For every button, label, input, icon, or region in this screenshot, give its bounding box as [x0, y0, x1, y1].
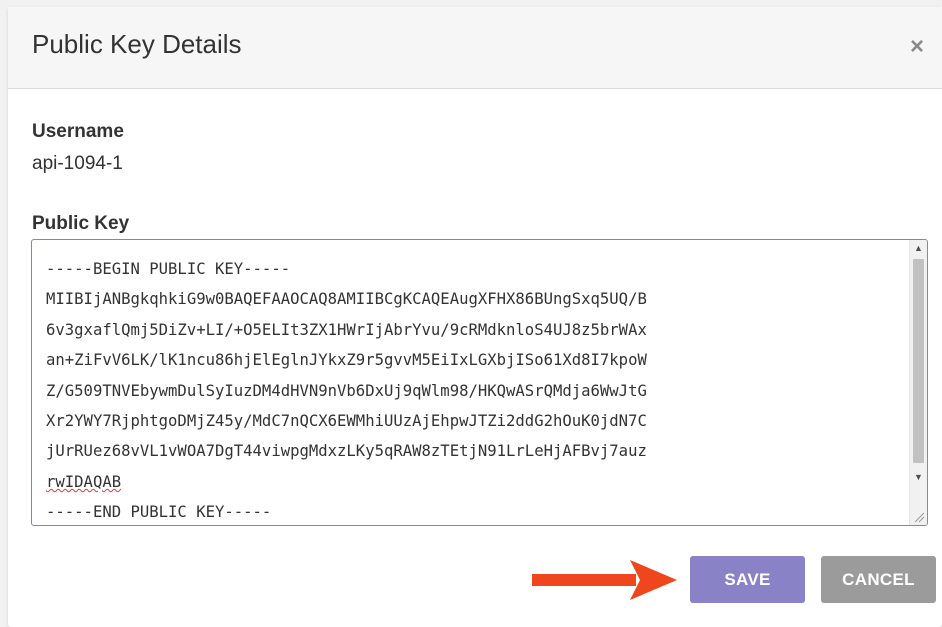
key-line: 6v3gxaflQmj5DiZv+LI/+O5ELIt3ZX1HWrIjAbrY… — [46, 320, 647, 339]
public-key-dialog: Public Key Details × Username api-1094-1… — [8, 7, 942, 627]
arrow-right-icon — [532, 560, 677, 600]
textarea-scrollbar[interactable]: ▲ ▼ — [909, 240, 927, 525]
key-line: -----BEGIN PUBLIC KEY----- — [46, 260, 291, 278]
resize-handle-icon[interactable] — [911, 509, 926, 524]
close-icon[interactable]: × — [910, 35, 924, 59]
key-line: rwIDAQAB — [46, 472, 122, 491]
key-line: Z/G509TNVEbywmDulSyIuzDM4dHVN9nVb6DxUj9q… — [46, 381, 647, 400]
save-button[interactable]: SAVE — [690, 556, 805, 603]
username-label: Username — [32, 121, 124, 142]
key-line: Xr2YWY7RjphtgoDMjZ45y/MdC7nQCX6EWMhiUUzA… — [46, 412, 647, 431]
scroll-up-icon[interactable]: ▲ — [910, 240, 927, 257]
scrollbar-thumb[interactable] — [913, 259, 924, 463]
cancel-button[interactable]: CANCEL — [821, 556, 936, 603]
dialog-header: Public Key Details × — [8, 7, 942, 89]
scroll-down-icon[interactable]: ▼ — [910, 469, 927, 486]
public-key-label: Public Key — [32, 213, 130, 234]
key-line: jUrRUez68vVL1vWOA7DgT44viwpgMdxzLKy5qRAW… — [46, 442, 647, 461]
public-key-text: -----BEGIN PUBLIC KEY----- MIIBIjANBgkqh… — [46, 254, 647, 525]
key-line: MIIBIjANBgkqhkiG9w0BAQEFAAOCAQ8AMIIBCgKC… — [46, 290, 647, 309]
key-line: -----END PUBLIC KEY----- — [46, 503, 272, 522]
key-line: an+ZiFvV6LK/lK1ncu86hjElEglnJYkxZ9r5gvvM… — [46, 351, 647, 370]
public-key-textarea[interactable]: -----BEGIN PUBLIC KEY----- MIIBIjANBgkqh… — [31, 239, 928, 526]
username-value: api-1094-1 — [32, 153, 123, 174]
dialog-title: Public Key Details — [32, 29, 242, 59]
